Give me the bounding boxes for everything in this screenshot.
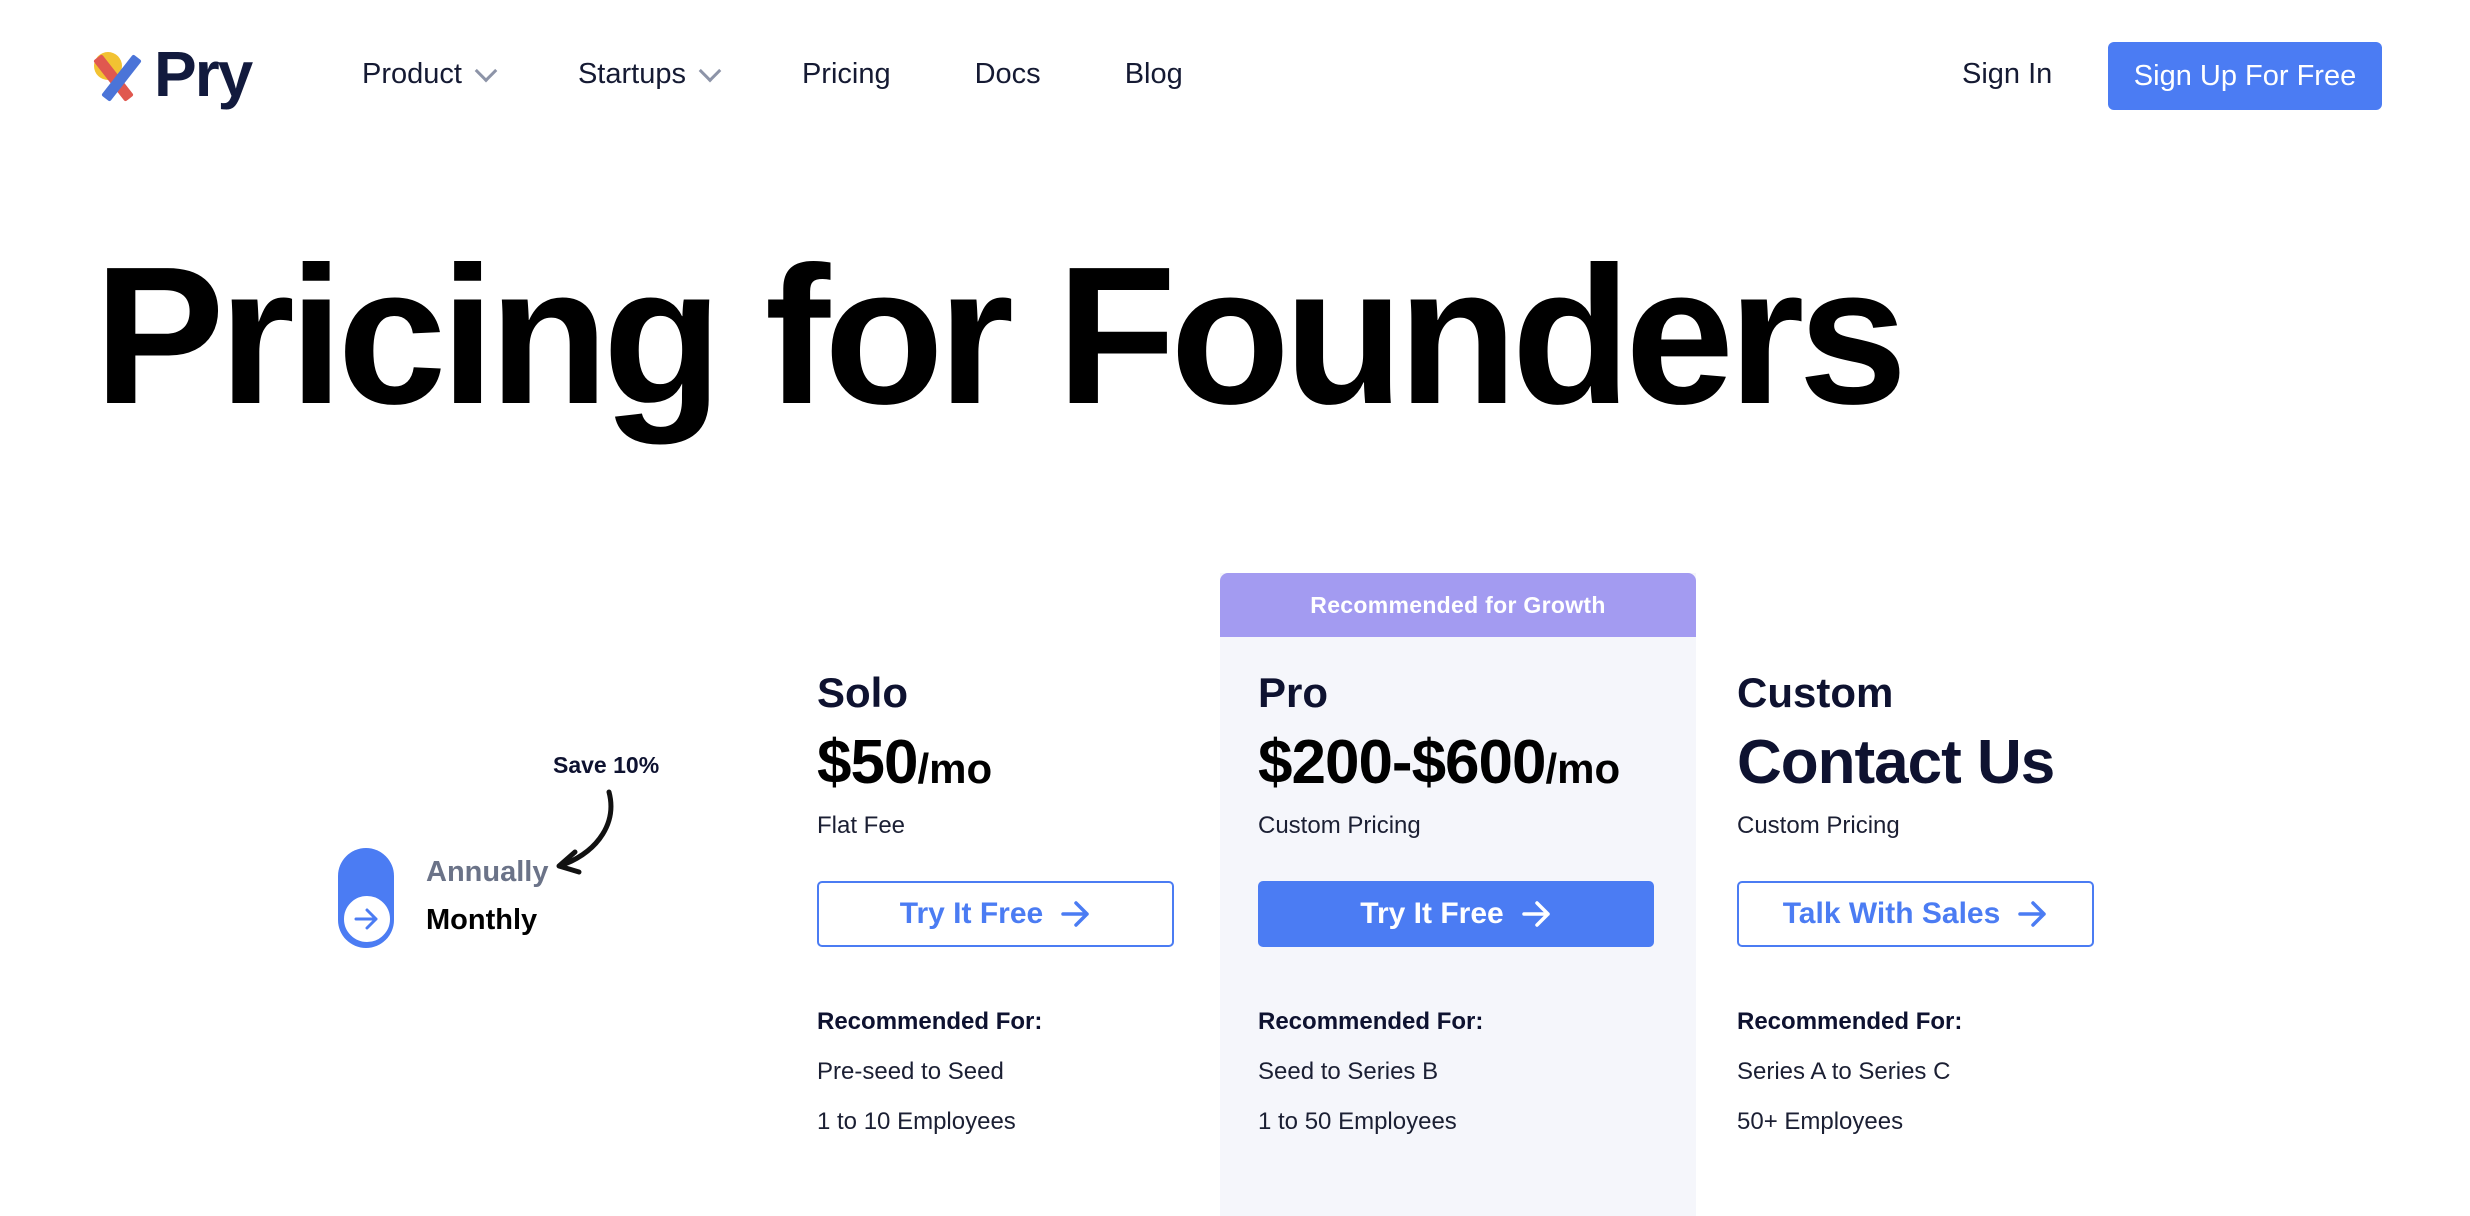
plan-name: Solo <box>817 669 908 716</box>
recommended-heading: Recommended For: <box>1258 1008 1484 1035</box>
save-note: Save 10% <box>553 752 660 778</box>
main-nav: Product Startups Pricing Docs Blog <box>362 58 1183 91</box>
plan-price: Contact Us <box>1737 732 2055 794</box>
recommended-item: 1 to 50 Employees <box>1258 1108 1457 1135</box>
toggle-knob <box>342 894 392 944</box>
nav-item-product[interactable]: Product <box>362 58 498 91</box>
pry-logo[interactable]: Pry <box>93 38 264 110</box>
button-label: Try It Free <box>1360 897 1504 930</box>
annually-option[interactable]: Annually <box>426 856 548 889</box>
recommended-item: Pre-seed to Seed <box>817 1058 1004 1085</box>
price-value: $200-$600 <box>1258 728 1546 797</box>
nav-item-blog[interactable]: Blog <box>1125 58 1183 91</box>
nav-item-label: Blog <box>1124 58 1183 90</box>
plan-subtitle: Custom Pricing <box>1737 812 1900 839</box>
nav-item-startups[interactable]: Startups <box>577 58 722 91</box>
billing-toggle[interactable] <box>338 848 394 948</box>
button-label: Try It Free <box>899 897 1044 930</box>
plan-solo: Solo $50/mo Flat Fee <box>817 672 992 840</box>
plan-name: Pro <box>1258 669 1329 716</box>
plan-name: Custom <box>1737 669 1894 716</box>
recommended-item: 1 to 10 Employees <box>817 1108 1016 1135</box>
chevron-down-icon <box>474 59 498 82</box>
chevron-down-icon <box>698 59 722 82</box>
sign-up-button[interactable]: Sign Up For Free <box>2108 42 2382 110</box>
recommended-banner: Recommended for Growth <box>1220 573 1696 637</box>
button-label: Talk With Sales <box>1782 897 2001 930</box>
recommended-item: Seed to Series B <box>1258 1058 1439 1085</box>
arrow-right-icon <box>354 908 378 930</box>
recommended-item: Series A to Series C <box>1737 1058 1951 1085</box>
price-unit: /mo <box>917 745 993 792</box>
recommended-item: 50+ Employees <box>1737 1108 1904 1135</box>
custom-recommended: Recommended For: Series A to Series C 50… <box>1737 1008 1962 1136</box>
pro-recommended: Recommended For: Seed to Series B 1 to 5… <box>1258 1008 1483 1136</box>
nav-item-label: Docs <box>974 58 1041 90</box>
talk-with-sales-button[interactable]: Talk With Sales <box>1737 881 2094 947</box>
nav-item-pricing[interactable]: Pricing <box>802 58 891 91</box>
pry-logo-icon <box>93 48 144 102</box>
plan-price: $200-$600/mo <box>1258 732 1620 794</box>
logo-wordmark: Pry <box>154 38 253 110</box>
solo-recommended: Recommended For: Pre-seed to Seed 1 to 1… <box>817 1008 1042 1136</box>
price-value: Contact Us <box>1737 728 2055 797</box>
plan-subtitle: Flat Fee <box>817 812 906 839</box>
sign-in-link[interactable]: Sign In <box>1962 58 2052 91</box>
plan-custom: Custom Contact Us Custom Pricing <box>1737 669 2055 840</box>
curved-arrow-icon <box>556 789 614 875</box>
monthly-option[interactable]: Monthly <box>426 904 537 937</box>
solo-try-free-button[interactable]: Try It Free <box>817 881 1174 947</box>
price-value: $50 <box>817 728 918 797</box>
nav-item-label: Product <box>362 58 462 90</box>
price-unit: /mo <box>1545 745 1621 792</box>
nav-item-label: Pricing <box>801 58 891 90</box>
page-title: Pricing for Founders <box>94 226 1907 445</box>
pro-try-free-button[interactable]: Try It Free <box>1258 881 1654 947</box>
arrow-right-icon <box>1521 901 1550 927</box>
arrow-right-icon <box>2018 901 2047 927</box>
nav-item-docs[interactable]: Docs <box>975 58 1041 91</box>
plan-subtitle: Custom Pricing <box>1258 812 1421 839</box>
arrow-right-icon <box>1061 901 1089 927</box>
recommended-heading: Recommended For: <box>817 1008 1043 1035</box>
plan-price: $50/mo <box>817 732 992 794</box>
plan-pro: Pro $200-$600/mo Custom Pricing <box>1258 672 1620 840</box>
nav-item-label: Startups <box>577 58 686 90</box>
recommended-heading: Recommended For: <box>1737 1008 1963 1035</box>
